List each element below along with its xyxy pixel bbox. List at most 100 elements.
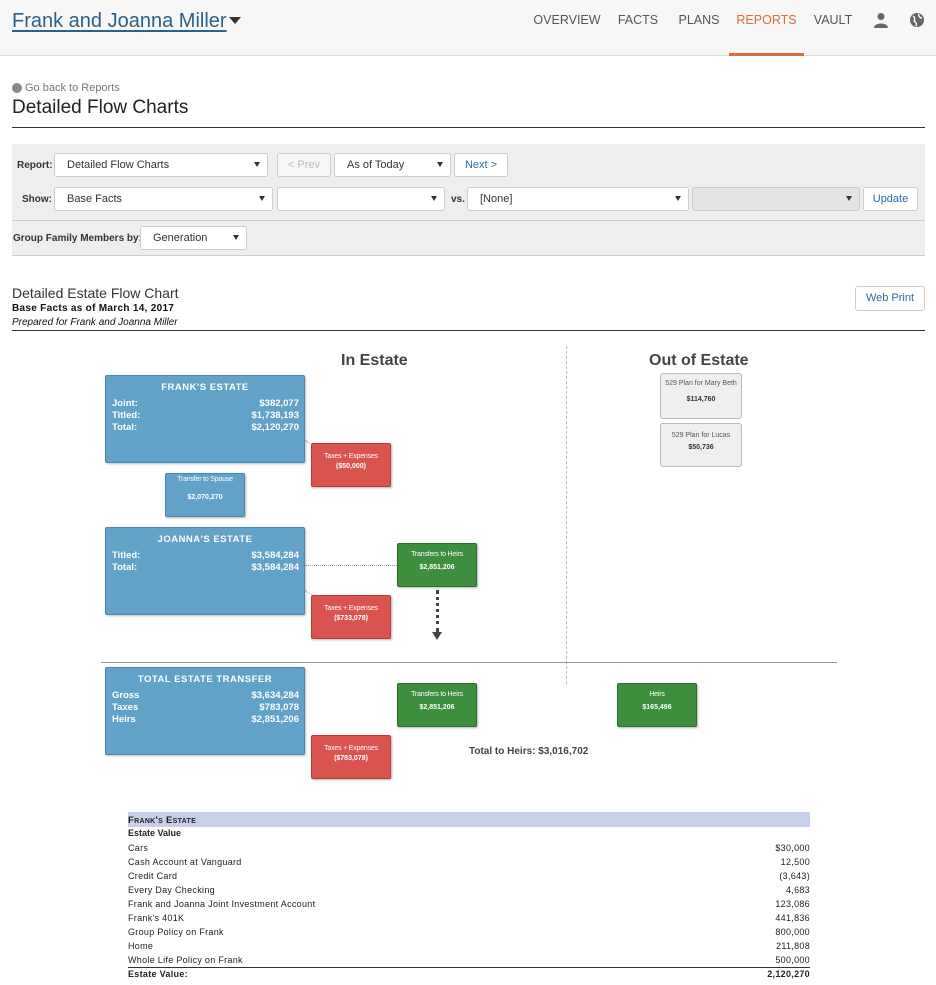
table-heading-text: Frank's Estate bbox=[128, 815, 197, 826]
show-label: Show: bbox=[22, 194, 52, 205]
out-of-estate-heading: Out of Estate bbox=[649, 352, 749, 369]
franks-estate-row: Joint: $382,077 bbox=[112, 398, 299, 410]
table-total-divider bbox=[128, 967, 810, 968]
joannas-estate-row: Total: $3,584,284 bbox=[112, 562, 299, 574]
group-by-select-value: Generation bbox=[153, 232, 208, 244]
row-value: $382,077 bbox=[259, 398, 299, 409]
row-value: $3,584,284 bbox=[251, 550, 299, 561]
total-taxes-box[interactable]: Taxes + Expenses ($783,078) bbox=[311, 735, 391, 779]
box-value: $165,496 bbox=[642, 704, 672, 711]
vs-label: vs. bbox=[451, 194, 465, 205]
chevron-down-icon bbox=[846, 196, 852, 201]
box-label: Transfers to Heirs bbox=[411, 691, 463, 698]
row-amount: (3,643) bbox=[779, 871, 810, 881]
nav-reports[interactable]: REPORTS bbox=[729, 0, 804, 56]
in-estate-heading: In Estate bbox=[341, 352, 408, 369]
chevron-down-icon bbox=[431, 196, 437, 201]
box-label: 529 Plan for Lucas bbox=[671, 432, 731, 439]
show-select[interactable]: Base Facts bbox=[54, 187, 273, 211]
row-name: Group Policy on Frank bbox=[128, 927, 224, 937]
total-transfers-to-heirs-box[interactable]: Transfers to Heirs $2,851,206 bbox=[397, 683, 477, 727]
row-label: Gross bbox=[112, 690, 140, 701]
table-row: Frank's 401K 441,836 bbox=[128, 913, 810, 927]
web-print-button[interactable]: Web Print bbox=[855, 286, 925, 311]
caret-down-icon[interactable] bbox=[229, 17, 241, 24]
row-value: $783,078 bbox=[259, 702, 299, 713]
as-of-select[interactable]: As of Today bbox=[334, 153, 451, 177]
chevron-down-icon bbox=[437, 162, 443, 167]
box-label: 529 Plan for Mary Beth bbox=[665, 380, 737, 387]
frank-taxes-box[interactable]: Taxes + Expenses ($50,000) bbox=[311, 443, 391, 487]
row-name: Credit Card bbox=[128, 871, 178, 881]
user-icon[interactable] bbox=[873, 12, 889, 28]
row-label: Joint: bbox=[112, 398, 138, 409]
nav-vault[interactable]: VAULT bbox=[808, 0, 858, 56]
row-label: Total: bbox=[112, 562, 138, 573]
row-amount: 500,000 bbox=[775, 955, 810, 965]
row-label: Titled: bbox=[112, 410, 141, 421]
row-amount: 211,808 bbox=[776, 941, 810, 951]
next-button[interactable]: Next > bbox=[454, 153, 508, 177]
joannas-estate-title: JOANNA'S ESTATE bbox=[157, 534, 253, 545]
box-value: $2,851,206 bbox=[419, 704, 455, 711]
box-label: Transfers to Heirs bbox=[411, 551, 463, 558]
box-label: Heirs bbox=[649, 691, 665, 698]
box-value: $2,851,206 bbox=[419, 564, 455, 571]
globe-icon[interactable] bbox=[909, 12, 925, 28]
row-name: Cash Account at Vanguard bbox=[128, 857, 242, 867]
box-value: ($783,078) bbox=[334, 755, 368, 762]
report-subtitle: Base Facts as of March 14, 2017 bbox=[12, 303, 175, 314]
out-of-estate-heirs-box[interactable]: Heirs $165,496 bbox=[617, 683, 697, 727]
report-title: Detailed Estate Flow Chart bbox=[12, 285, 179, 301]
report-select[interactable]: Detailed Flow Charts bbox=[54, 153, 268, 177]
report-prepared-for: Prepared for Frank and Joanna Miller bbox=[12, 317, 178, 328]
total-estate-transfer-box[interactable]: TOTAL ESTATE TRANSFER Gross $3,634,284 Ta… bbox=[105, 667, 305, 755]
page-title: Detailed Flow Charts bbox=[12, 97, 189, 118]
table-row: Group Policy on Frank 800,000 bbox=[128, 927, 810, 941]
transfer-to-spouse-box[interactable]: Transfer to Spouse $2,070,270 bbox=[165, 473, 245, 517]
connector-line bbox=[305, 565, 397, 566]
back-to-reports-link[interactable]: Go back to Reports bbox=[25, 82, 120, 94]
row-name: Whole Life Policy on Frank bbox=[128, 955, 243, 965]
box-value: ($50,000) bbox=[336, 463, 366, 470]
joannas-estate-box[interactable]: JOANNA'S ESTATE Titled: $3,584,284 Total:… bbox=[105, 527, 305, 615]
table-row: Every Day Checking 4,683 bbox=[128, 885, 810, 899]
plan-lucas-box[interactable]: 529 Plan for Lucas $50,736 bbox=[660, 423, 742, 467]
franks-estate-row: Titled: $1,738,193 bbox=[112, 410, 299, 422]
box-value: $114,760 bbox=[686, 396, 716, 403]
group-by-label: Group Family Members by: bbox=[13, 233, 142, 244]
back-arrow-icon[interactable] bbox=[12, 83, 22, 93]
table-row: Home 211,808 bbox=[128, 941, 810, 955]
plan-mary-beth-box[interactable]: 529 Plan for Mary Beth $114,760 bbox=[660, 373, 742, 419]
box-label: Taxes + Expenses bbox=[324, 605, 378, 612]
row-name: Home bbox=[128, 941, 154, 951]
row-label: Total: bbox=[112, 422, 138, 433]
group-by-select[interactable]: Generation bbox=[140, 226, 247, 250]
show-secondary-select[interactable] bbox=[277, 187, 445, 211]
row-value: $3,584,284 bbox=[251, 562, 299, 573]
joanna-taxes-box[interactable]: Taxes + Expenses ($733,078) bbox=[311, 595, 391, 639]
chevron-down-icon bbox=[259, 196, 265, 201]
update-button[interactable]: Update bbox=[863, 187, 918, 211]
prev-button[interactable]: < Prev bbox=[277, 153, 331, 177]
total-to-heirs-text: Total to Heirs: $3,016,702 bbox=[469, 746, 589, 757]
joanna-transfers-to-heirs-box[interactable]: Transfers to Heirs $2,851,206 bbox=[397, 543, 477, 587]
title-divider bbox=[12, 127, 925, 128]
nav-overview[interactable]: OVERVIEW bbox=[530, 0, 604, 56]
table-subheading: Estate Value bbox=[128, 828, 182, 838]
vs-select-value: [None] bbox=[480, 193, 513, 205]
nav-plans[interactable]: PLANS bbox=[672, 0, 726, 56]
row-amount: 800,000 bbox=[775, 927, 810, 937]
row-name: Every Day Checking bbox=[128, 885, 215, 895]
row-amount: 441,836 bbox=[775, 913, 810, 923]
row-label: Heirs bbox=[112, 714, 136, 725]
box-label: Taxes + Expenses bbox=[324, 453, 378, 460]
total-estate-transfer-title: TOTAL ESTATE TRANSFER bbox=[137, 674, 273, 685]
client-name-dropdown[interactable]: Frank and Joanna Miller bbox=[12, 10, 227, 33]
nav-facts[interactable]: FACTS bbox=[612, 0, 664, 56]
box-value: $50,736 bbox=[688, 444, 714, 451]
total-estate-row: Gross $3,634,284 bbox=[112, 690, 299, 702]
row-name: Frank and Joanna Joint Investment Accoun… bbox=[128, 899, 316, 909]
vs-select[interactable]: [None] bbox=[467, 187, 689, 211]
franks-estate-box[interactable]: FRANK'S ESTATE Joint: $382,077 Titled: $1,… bbox=[105, 375, 305, 463]
